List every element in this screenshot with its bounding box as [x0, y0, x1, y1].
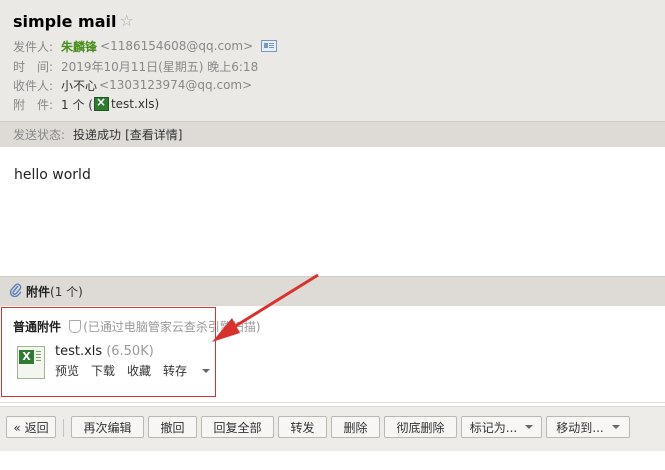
recipient-label: 收件人: — [13, 78, 54, 93]
attachment-file-name-row: test.xls (6.50K) — [55, 344, 154, 359]
mark-as-label: 标记为... — [469, 420, 518, 435]
delivery-status-bar: 发送状态: 投递成功 [查看详情] — [0, 121, 665, 147]
bottom-toolbar: « 返回 再次编辑 撤回 回复全部 转发 删除 彻底删除 标记为... 移动到.… — [0, 406, 665, 451]
reply-all-button[interactable]: 回复全部 — [201, 416, 274, 438]
revoke-button[interactable]: 撤回 — [148, 416, 197, 438]
attachment-row: 附 件: 1 个 ( test.xls ) — [13, 95, 159, 113]
attachment-bar-count: (1 个) — [50, 285, 83, 299]
delete-button[interactable]: 删除 — [331, 416, 380, 438]
star-icon[interactable]: ☆ — [119, 13, 133, 29]
paperclip-icon — [9, 283, 22, 301]
recipient-row: 收件人: 小不心 <1303123974@qq.com> — [13, 76, 252, 94]
status-label: 发送状态: — [13, 128, 66, 142]
time-value: 2019年10月11日(星期五) 晚上6:18 — [61, 59, 259, 74]
recipient-name[interactable]: 小不心 — [61, 77, 97, 94]
file-lines-decoration — [36, 351, 41, 352]
chevron-down-icon — [611, 425, 620, 429]
toolbar-separator — [63, 419, 64, 437]
subject-row: simple mail ☆ — [13, 10, 134, 32]
download-button[interactable]: 下载 — [91, 362, 115, 379]
attachment-close: ) — [154, 97, 160, 111]
attachment-bar: 附件 (1 个) — [0, 276, 665, 306]
back-button[interactable]: « 返回 — [6, 416, 56, 438]
mark-as-button[interactable]: 标记为... — [461, 416, 542, 438]
status-detail-link[interactable]: [查看详情] — [125, 126, 182, 143]
attachment-actions: 预览 下载 收藏 转存 — [55, 362, 234, 379]
chevron-down-icon — [202, 369, 211, 373]
move-to-label: 移动到... — [556, 420, 604, 435]
excel-x-mark: X — [19, 350, 34, 364]
move-to-button[interactable]: 移动到... — [546, 416, 630, 438]
recipient-email: <1303123974@qq.com> — [99, 78, 253, 92]
save-to-button[interactable]: 转存 — [163, 362, 222, 379]
sender-email: <1186154608@qq.com> — [100, 39, 254, 53]
normal-attachment-label: 普通附件 — [13, 320, 62, 334]
shield-icon — [69, 320, 82, 333]
attachment-count: 1 个 ( — [61, 97, 93, 112]
time-row: 时 间: 2019年10月11日(星期五) 晚上6:18 — [13, 57, 258, 75]
sender-row: 发件人: 朱麟锋 <1186154608@qq.com> — [13, 37, 278, 55]
scan-note: (已通过电脑管家云查杀引擎扫描) — [69, 320, 261, 334]
mail-body: hello world — [14, 167, 91, 183]
section-divider — [0, 402, 665, 403]
reedit-button[interactable]: 再次编辑 — [71, 416, 144, 438]
sender-label: 发件人: — [13, 39, 54, 54]
attachment-file-name[interactable]: test.xls — [55, 344, 102, 359]
contact-card-icon[interactable] — [261, 40, 278, 52]
time-label: 时 间: — [13, 59, 54, 74]
favorite-button[interactable]: 收藏 — [127, 362, 151, 379]
excel-file-icon[interactable]: X — [17, 346, 45, 379]
excel-file-icon — [93, 95, 109, 111]
attachment-label: 附 件: — [13, 97, 54, 112]
mail-header: simple mail ☆ 发件人: 朱麟锋 <1186154608@qq.co… — [0, 0, 665, 121]
save-to-label: 转存 — [163, 364, 188, 378]
chevron-down-icon — [525, 425, 534, 429]
status-value: 投递成功 — [73, 128, 122, 142]
mail-subject: simple mail — [13, 11, 117, 31]
normal-attachment-title: 普通附件 (已通过电脑管家云查杀引擎扫描) — [13, 318, 261, 335]
delete-permanently-button[interactable]: 彻底删除 — [384, 416, 457, 438]
scan-note-text: (已通过电脑管家云查杀引擎扫描) — [83, 320, 261, 334]
attachment-title: 附件 — [26, 285, 51, 299]
attachment-file-link[interactable]: test.xls — [111, 97, 155, 111]
forward-button[interactable]: 转发 — [278, 416, 327, 438]
sender-name[interactable]: 朱麟锋 — [61, 38, 97, 55]
preview-button[interactable]: 预览 — [55, 362, 79, 379]
attachment-file-size: (6.50K) — [106, 344, 154, 359]
